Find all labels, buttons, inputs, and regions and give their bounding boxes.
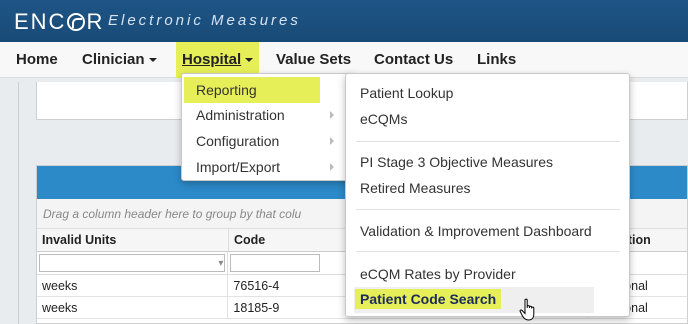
menu-divider bbox=[356, 251, 620, 252]
nav-contact-us-label: Contact Us bbox=[374, 51, 454, 68]
nav-clinician[interactable]: Clinician bbox=[82, 42, 157, 78]
menu-item-ecqms[interactable]: eCQMs bbox=[360, 111, 407, 127]
menu-item-reporting-label: Reporting bbox=[196, 82, 257, 98]
logo-text-part1: ENC bbox=[14, 9, 67, 34]
hospital-dropdown-menu: Reporting Administration Configuration I… bbox=[181, 73, 355, 181]
chevron-right-icon bbox=[330, 111, 334, 119]
nav-home[interactable]: Home bbox=[16, 42, 58, 78]
menu-item-administration-label: Administration bbox=[196, 107, 285, 123]
reporting-submenu: Patient Lookup eCQMs PI Stage 3 Objectiv… bbox=[345, 73, 630, 317]
menu-item-patient-code-search-label: Patient Code Search bbox=[355, 289, 502, 309]
nav-links-label: Links bbox=[477, 51, 517, 68]
hand-cursor-icon bbox=[519, 298, 535, 321]
menu-item-pi-stage3[interactable]: PI Stage 3 Objective Measures bbox=[360, 154, 553, 170]
page-left-border bbox=[18, 82, 19, 324]
filter-input-code[interactable] bbox=[230, 254, 321, 272]
menu-item-import-export-label: Import/Export bbox=[196, 159, 281, 175]
menu-item-reporting[interactable]: Reporting bbox=[184, 77, 320, 103]
menu-divider bbox=[356, 141, 620, 142]
filter-cell-invalid-units: ▾ bbox=[37, 252, 229, 274]
menu-divider bbox=[356, 209, 620, 210]
filter-input-invalid-units[interactable] bbox=[39, 254, 225, 272]
logo-text-part2: R bbox=[86, 9, 105, 34]
menu-item-retired-measures[interactable]: Retired Measures bbox=[360, 180, 471, 196]
cell-invalid-units: weeks bbox=[37, 275, 229, 296]
chevron-right-icon bbox=[330, 137, 334, 145]
menu-item-import-export[interactable]: Import/Export bbox=[184, 154, 352, 180]
menu-item-patient-code-search[interactable]: Patient Code Search bbox=[354, 287, 594, 313]
logo-o-icon bbox=[67, 13, 86, 31]
chevron-down-icon bbox=[245, 58, 254, 63]
menu-item-validation-dashboard[interactable]: Validation & Improvement Dashboard bbox=[360, 223, 592, 239]
app-tagline: Electronic Measures bbox=[108, 12, 301, 29]
nav-clinician-label: Clinician bbox=[82, 51, 145, 68]
menu-item-administration[interactable]: Administration bbox=[184, 102, 352, 128]
menu-item-configuration[interactable]: Configuration bbox=[184, 128, 352, 154]
brand-header: ENC R Electronic Measures bbox=[0, 0, 688, 42]
cell-invalid-units: weeks bbox=[37, 297, 229, 318]
nav-value-sets-label: Value Sets bbox=[276, 51, 352, 68]
encor-logo[interactable]: ENC R bbox=[14, 9, 104, 35]
menu-item-patient-lookup[interactable]: Patient Lookup bbox=[360, 85, 453, 101]
chevron-down-icon bbox=[148, 58, 157, 63]
menu-item-configuration-label: Configuration bbox=[196, 133, 280, 149]
nav-home-label: Home bbox=[16, 51, 58, 68]
chevron-right-icon bbox=[330, 163, 334, 171]
menu-item-ecqm-rates-by-provider[interactable]: eCQM Rates by Provider bbox=[360, 266, 516, 282]
nav-hospital-label: Hospital bbox=[182, 51, 242, 68]
filter-icon[interactable]: ▾ bbox=[218, 258, 223, 269]
